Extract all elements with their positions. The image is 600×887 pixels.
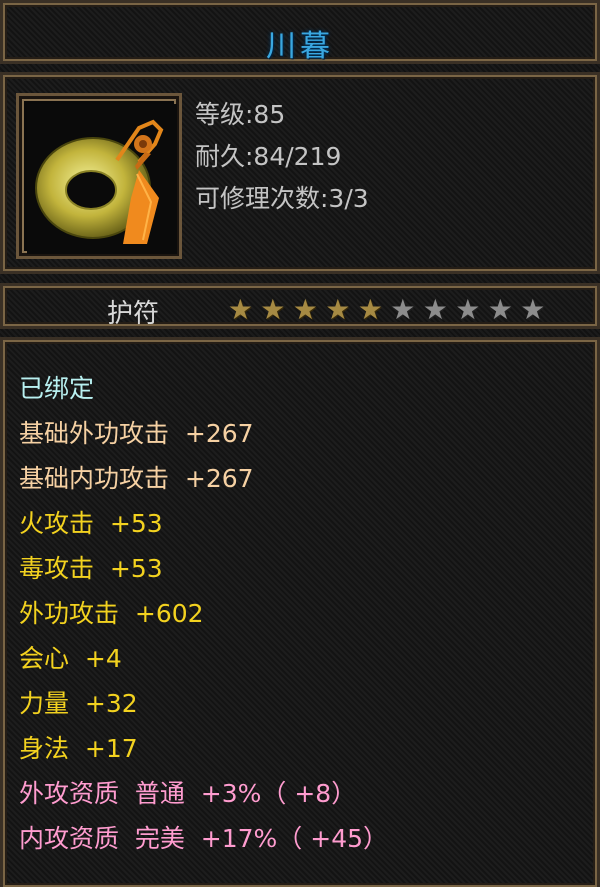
durability-text: 耐久:84/219 [195,142,342,171]
stats-list: 已绑定 基础外功攻击 +267 基础内功攻击 +267 火攻击 +53 毒攻击 … [19,366,388,861]
star-empty-icon: ★ [390,293,416,326]
star-rating: ★ ★ ★ ★ ★ ★ ★ ★ ★ ★ [224,295,549,325]
item-icon-frame [16,93,182,259]
star-filled-icon: ★ [227,293,253,326]
star-filled-icon: ★ [357,293,383,326]
base-stat: 基础外功攻击 +267 [19,419,254,448]
item-info: 等级:85 耐久:84/219 可修理次数:3/3 [195,94,369,220]
star-filled-icon: ★ [292,293,318,326]
item-type-label: 护符 [107,299,160,329]
star-filled-icon: ★ [325,293,351,326]
title-bar: 川暮 [0,0,600,64]
attribute-stat: 力量 +32 [19,689,138,718]
attribute-stat: 身法 +17 [19,734,138,763]
star-empty-icon: ★ [455,293,481,326]
star-empty-icon: ★ [422,293,448,326]
jade-amulet-icon [27,104,177,254]
attribute-stat: 火攻击 +53 [19,509,163,538]
level-text: 等级:85 [195,100,286,129]
attribute-stat: 外功攻击 +602 [19,599,204,628]
bound-status: 已绑定 [19,374,95,403]
item-name: 川暮 [266,29,334,64]
star-empty-icon: ★ [520,293,546,326]
item-header-panel: 等级:85 耐久:84/219 可修理次数:3/3 [0,72,600,274]
repair-count-text: 可修理次数:3/3 [195,184,369,213]
star-empty-icon: ★ [487,293,513,326]
attribute-stat: 会心 +4 [19,644,122,673]
stats-panel: 已绑定 基础外功攻击 +267 基础内功攻击 +267 火攻击 +53 毒攻击 … [0,337,600,887]
base-stat: 基础内功攻击 +267 [19,464,254,493]
aptitude-stat: 外攻资质 普通 +3%（ +8） [19,779,357,808]
type-rating-bar: 护符 ★ ★ ★ ★ ★ ★ ★ ★ ★ ★ [0,283,600,329]
attribute-stat: 毒攻击 +53 [19,554,163,583]
aptitude-stat: 内攻资质 完美 +17%（ +45） [19,824,389,853]
star-filled-icon: ★ [260,293,286,326]
